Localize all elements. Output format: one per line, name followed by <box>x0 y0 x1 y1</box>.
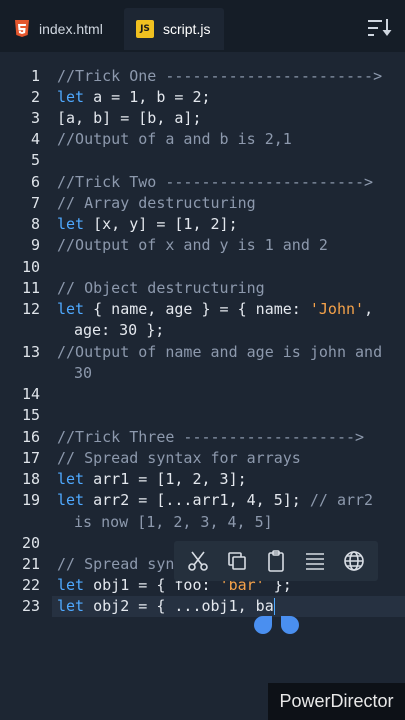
string: 'John' <box>309 300 365 318</box>
code-line: 6 //Trick Two ----------------------> <box>0 172 405 193</box>
code-line: 16 //Trick Three -------------------> <box>0 427 405 448</box>
js-icon: JS <box>136 20 154 38</box>
paste-icon <box>268 550 284 572</box>
cut-icon <box>187 551 208 571</box>
web-search-icon <box>344 551 365 571</box>
comment: //Output of name and age is john and <box>57 343 383 361</box>
comment: // Spread syntax for arrays <box>57 449 301 467</box>
comment: // Array destructuring <box>57 194 256 212</box>
code-line: 3 [a, b] = [b, a]; <box>0 108 405 129</box>
code-line: 13 //Output of name and age is john and <box>0 342 405 363</box>
line-number: 3 <box>30 109 40 127</box>
code-text: [a, b] = [b, a]; <box>57 109 202 127</box>
keyword: let <box>57 597 85 615</box>
tab-label: script.js <box>163 21 211 37</box>
code-line: 15 <box>0 405 405 426</box>
line-number: 20 <box>21 534 40 552</box>
comment: //Output of x and y is 1 and 2 <box>57 236 328 254</box>
code-line: 1 //Trick One -----------------------> <box>0 66 405 87</box>
line-number: 18 <box>21 470 40 488</box>
html5-icon <box>15 20 29 37</box>
line-number: 4 <box>30 130 40 148</box>
line-number: 15 <box>21 406 40 424</box>
keyword: let <box>57 470 85 488</box>
paste-button[interactable] <box>261 546 291 576</box>
line-number: 10 <box>21 258 40 276</box>
line-number: 14 <box>21 385 40 403</box>
line-number: 9 <box>30 236 40 254</box>
comment: //Trick One -----------------------> <box>57 67 383 85</box>
tab-index-html[interactable]: index.html <box>0 8 122 50</box>
code-text: arr1 = [1, 2, 3]; <box>84 470 247 488</box>
keyword: let <box>57 88 85 106</box>
code-line: 17 // Spread syntax for arrays <box>0 448 405 469</box>
code-line: 19 let arr2 = [...arr1, 4, 5]; // arr2 <box>0 490 405 511</box>
line-number: 21 <box>21 555 40 573</box>
code-text: , <box>364 300 374 318</box>
code-line-wrap: 30 <box>0 363 405 384</box>
line-number: 23 <box>21 597 40 615</box>
comment: //Trick Three -------------------> <box>57 428 365 446</box>
code-line: 8 let [x, y] = [1, 2]; <box>0 214 405 235</box>
line-number: 16 <box>21 428 40 446</box>
keyword: let <box>57 491 85 509</box>
comment: 30 <box>74 364 93 382</box>
code-text: age: 30 }; <box>74 321 165 339</box>
powerdirector-watermark: PowerDirector <box>268 683 405 720</box>
code-line: 18 let arr1 = [1, 2, 3]; <box>0 469 405 490</box>
comment: // Object destructuring <box>57 279 265 297</box>
select-all-button[interactable] <box>300 546 330 576</box>
comment: // Spread syn <box>57 555 175 573</box>
line-number: 11 <box>21 279 40 297</box>
code-line-wrap: is now [1, 2, 3, 4, 5] <box>0 512 405 533</box>
tab-script-js[interactable]: JS script.js <box>124 8 224 50</box>
comment: //Trick Two ----------------------> <box>57 173 374 191</box>
keyword: let <box>57 576 85 594</box>
line-number: 6 <box>30 173 40 191</box>
tab-bar: index.html JS script.js <box>0 0 405 52</box>
code-line: 2 let a = 1, b = 2; <box>0 87 405 108</box>
selection-handle-left[interactable] <box>254 616 272 634</box>
line-number: 19 <box>21 491 40 509</box>
copy-button[interactable] <box>222 546 252 576</box>
comment: // arr2 <box>309 491 374 509</box>
line-number: 17 <box>21 449 40 467</box>
sort-icon[interactable] <box>367 18 393 38</box>
code-line: 5 <box>0 150 405 171</box>
comment: is now [1, 2, 3, 4, 5] <box>74 513 273 531</box>
cut-button[interactable] <box>183 546 213 576</box>
code-line: 12 let { name, age } = { name: 'John', <box>0 299 405 320</box>
code-line: 7 // Array destructuring <box>0 193 405 214</box>
select-all-icon <box>306 553 325 570</box>
text-selection-toolbar <box>174 541 378 581</box>
code-text: [x, y] = [1, 2]; <box>84 215 238 233</box>
line-number: 5 <box>30 151 40 169</box>
keyword: let <box>57 300 85 318</box>
line-number: 12 <box>21 300 40 318</box>
code-line: 4 //Output of a and b is 2,1 <box>0 129 405 150</box>
code-text: obj2 = { ...obj1, ba <box>84 597 274 615</box>
code-line: 23 let obj2 = { ...obj1, ba <box>0 596 405 617</box>
line-number: 22 <box>21 576 40 594</box>
line-number: 2 <box>30 88 40 106</box>
text-cursor <box>273 598 275 615</box>
code-line: 11 // Object destructuring <box>0 278 405 299</box>
web-search-button[interactable] <box>339 546 369 576</box>
code-line: 9 //Output of x and y is 1 and 2 <box>0 235 405 256</box>
copy-icon <box>227 552 246 570</box>
code-text: arr2 = [...arr1, 4, 5]; <box>84 491 310 509</box>
selection-handle-right[interactable] <box>281 616 299 634</box>
code-text: a = 1, b = 2; <box>84 88 211 106</box>
tab-label: index.html <box>39 21 103 37</box>
code-line: 10 <box>0 257 405 278</box>
line-number: 7 <box>30 194 40 212</box>
code-line-wrap: age: 30 }; <box>0 320 405 341</box>
code-line: 14 <box>0 384 405 405</box>
line-number: 1 <box>30 67 40 85</box>
comment: //Output of a and b is 2,1 <box>57 130 292 148</box>
line-number: 13 <box>21 343 40 361</box>
keyword: let <box>57 215 85 233</box>
line-number: 8 <box>30 215 40 233</box>
code-text: { name, age } = { name: <box>84 300 310 318</box>
